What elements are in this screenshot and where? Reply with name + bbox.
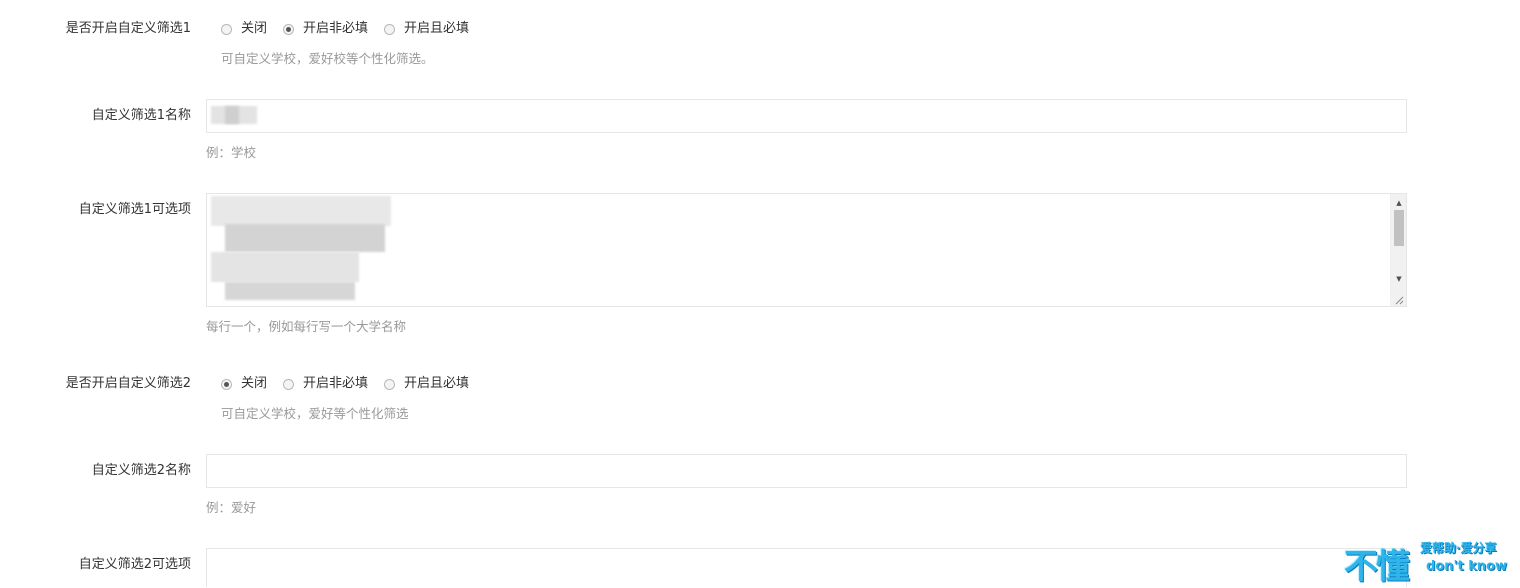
filter2-enable-hint: 可自定义学校，爱好等个性化筛选 <box>221 406 409 421</box>
radio-checked-icon <box>221 378 232 390</box>
filter1-name-input[interactable] <box>206 99 1407 133</box>
scroll-up-icon[interactable]: ▲ <box>1391 196 1406 210</box>
redacted-text <box>211 252 359 282</box>
filter2-radio-optional-label: 开启非必填 <box>303 376 369 391</box>
radio-circle-icon <box>283 378 295 390</box>
watermark-logo-subtitle: don't know <box>1426 559 1508 574</box>
scroll-down-icon[interactable]: ▼ <box>1391 272 1406 286</box>
filter2-radio-required-label: 开启且必填 <box>404 376 470 391</box>
filter2-name-label: 自定义筛选2名称 <box>91 463 191 478</box>
radio-circle-icon <box>384 23 396 35</box>
filter2-options-label: 自定义筛选2可选项 <box>78 557 191 572</box>
filter2-name-hint: 例：爱好 <box>206 500 257 515</box>
redacted-text <box>211 196 391 226</box>
filter1-name-hint: 例：学校 <box>206 145 257 160</box>
filter1-radio-required[interactable]: 开启且必填 <box>384 21 469 37</box>
filter2-name-input[interactable] <box>206 454 1407 488</box>
filter1-options-label: 自定义筛选1可选项 <box>78 202 191 217</box>
filter1-options-scrollbar[interactable]: ▲ ▼ <box>1390 194 1406 306</box>
filter2-enable-radio-group: 关闭 开启非必填 开启且必填 <box>221 376 485 392</box>
scroll-thumb[interactable] <box>1394 210 1404 246</box>
redacted-text <box>225 282 355 300</box>
watermark-logo-slogan: 爱帮助·爱分享 <box>1420 541 1497 555</box>
filter1-name-label: 自定义筛选1名称 <box>91 108 191 123</box>
filter1-enable-label: 是否开启自定义筛选1 <box>65 21 191 36</box>
radio-checked-icon <box>283 23 295 35</box>
filter2-radio-optional[interactable]: 开启非必填 <box>283 376 368 392</box>
filter2-options-textarea[interactable] <box>206 548 1407 587</box>
filter2-enable-label: 是否开启自定义筛选2 <box>65 376 191 391</box>
resize-grip-icon[interactable] <box>1390 292 1406 306</box>
filter2-radio-off-label: 关闭 <box>241 376 268 391</box>
watermark-logo: 不懂 爱帮助·爱分享 don't know <box>1344 535 1514 587</box>
filter1-enable-radio-group: 关闭 开启非必填 开启且必填 <box>221 21 485 37</box>
redacted-text <box>225 224 385 252</box>
filter1-radio-off[interactable]: 关闭 <box>221 21 267 37</box>
filter1-options-hint: 每行一个，例如每行写一个大学名称 <box>206 319 407 334</box>
redacted-text <box>225 106 239 124</box>
filter1-radio-required-label: 开启且必填 <box>404 21 470 36</box>
filter1-radio-optional-label: 开启非必填 <box>303 21 369 36</box>
filter2-radio-off[interactable]: 关闭 <box>221 376 267 392</box>
filter2-radio-required[interactable]: 开启且必填 <box>384 376 469 392</box>
watermark-logo-main: 不懂 <box>1344 547 1410 587</box>
filter1-enable-hint: 可自定义学校，爱好校等个性化筛选。 <box>221 51 434 66</box>
filter1-radio-optional[interactable]: 开启非必填 <box>283 21 368 37</box>
filter1-options-textarea[interactable]: ▲ ▼ <box>206 193 1407 307</box>
filter1-radio-off-label: 关闭 <box>241 21 268 36</box>
radio-circle-icon <box>384 378 396 390</box>
radio-circle-icon <box>221 23 232 35</box>
